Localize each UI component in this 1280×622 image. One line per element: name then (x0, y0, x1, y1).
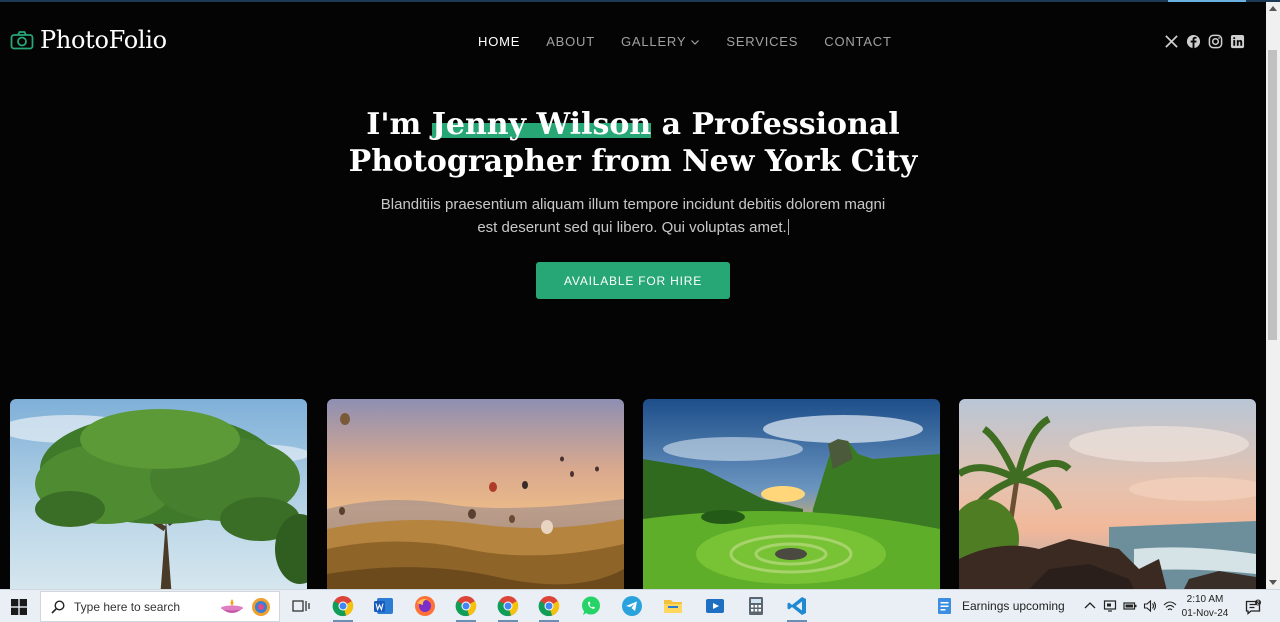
scroll-down-arrow[interactable] (1269, 580, 1277, 585)
social-links (1164, 34, 1245, 49)
nav-gallery-label: GALLERY (621, 34, 687, 49)
calculator-icon[interactable] (745, 595, 767, 617)
green-valley-sunset-photo (643, 399, 940, 589)
media-player-icon[interactable] (704, 595, 726, 617)
nav-services[interactable]: SERVICES (726, 34, 798, 49)
logo-text: PhotoFolio (40, 26, 167, 54)
taskbar-clock[interactable]: 2:10 AM 01-Nov-24 (1180, 593, 1230, 621)
document-chart-icon (938, 598, 951, 614)
nav-gallery[interactable]: GALLERY (621, 34, 700, 49)
nav-home[interactable]: HOME (478, 34, 520, 49)
whatsapp-icon[interactable] (580, 595, 602, 617)
chrome-profile-icon[interactable] (332, 595, 354, 617)
page: PhotoFolio HOME ABOUT GALLERY SERVICES C… (0, 2, 1266, 589)
text-cursor (787, 219, 789, 235)
file-explorer-icon[interactable] (662, 595, 684, 617)
hero-title-suffix: a Professional (651, 107, 900, 142)
linkedin-icon[interactable] (1230, 34, 1245, 49)
gallery-card[interactable] (643, 399, 940, 589)
gallery-card[interactable] (10, 399, 307, 589)
word-icon[interactable] (373, 595, 395, 617)
task-view-icon[interactable] (290, 595, 312, 617)
hero-title-name: Jenny Wilson (431, 107, 652, 142)
chevron-up-icon[interactable] (1083, 599, 1097, 613)
scroll-up-arrow[interactable] (1269, 6, 1277, 11)
chrome-icon[interactable] (538, 595, 560, 617)
taskbar-search[interactable]: Type here to search (40, 591, 280, 622)
rangoli-icon (252, 598, 270, 616)
clock-date: 01-Nov-24 (1181, 608, 1229, 619)
volume-icon[interactable] (1143, 599, 1157, 613)
camera-icon (10, 31, 34, 50)
windows-start-icon[interactable] (11, 599, 27, 615)
site-header: PhotoFolio HOME ABOUT GALLERY SERVICES C… (0, 2, 1266, 82)
notification-center-icon[interactable]: 2 (1245, 599, 1261, 615)
x-icon[interactable] (1164, 34, 1179, 49)
site-logo[interactable]: PhotoFolio (10, 26, 167, 54)
hero-title: I'm Jenny Wilson a Professional Photogra… (0, 106, 1266, 180)
chrome-icon[interactable] (455, 595, 477, 617)
windows-taskbar: Type here to search Earnings upcoming 2:… (0, 589, 1280, 622)
wifi-icon[interactable] (1163, 599, 1177, 613)
hero-title-prefix: I'm (366, 107, 432, 142)
hero-subtitle-text: Blanditiis praesentium aliquam illum tem… (380, 196, 886, 236)
nav-about[interactable]: ABOUT (546, 34, 595, 49)
vscode-icon[interactable] (786, 595, 808, 617)
firefox-icon[interactable] (414, 595, 436, 617)
scroll-thumb[interactable] (1268, 50, 1277, 340)
telegram-icon[interactable] (621, 595, 643, 617)
weather-text: Earnings upcoming (962, 599, 1065, 613)
system-tray (1083, 599, 1177, 613)
page-scrollbar[interactable] (1266, 2, 1280, 589)
tree-photo (10, 399, 307, 589)
diya-lamp-icon (221, 599, 243, 613)
palm-beach-photo (959, 399, 1256, 589)
main-nav: HOME ABOUT GALLERY SERVICES CONTACT (478, 34, 918, 49)
display-settings-icon[interactable] (1103, 599, 1117, 613)
hot-air-balloons-photo (327, 399, 624, 589)
gallery-card[interactable] (959, 399, 1256, 589)
clock-time: 2:10 AM (1186, 594, 1224, 605)
nav-contact[interactable]: CONTACT (824, 34, 891, 49)
search-highlight-decoration (219, 596, 273, 618)
chevron-down-icon (691, 39, 700, 45)
chrome-icon[interactable] (497, 595, 519, 617)
search-icon (51, 599, 65, 614)
battery-icon[interactable] (1123, 599, 1137, 613)
facebook-icon[interactable] (1186, 34, 1201, 49)
search-placeholder: Type here to search (74, 599, 181, 614)
hero-title-line2: Photographer from New York City (348, 144, 918, 179)
instagram-icon[interactable] (1208, 34, 1223, 49)
svg-text:2: 2 (1257, 600, 1260, 606)
gallery-card[interactable] (327, 399, 624, 589)
weather-news-widget[interactable]: Earnings upcoming (936, 597, 1065, 615)
available-for-hire-button[interactable]: AVAILABLE FOR HIRE (536, 262, 730, 299)
hero-subtitle: Blanditiis praesentium aliquam illum tem… (372, 193, 894, 239)
